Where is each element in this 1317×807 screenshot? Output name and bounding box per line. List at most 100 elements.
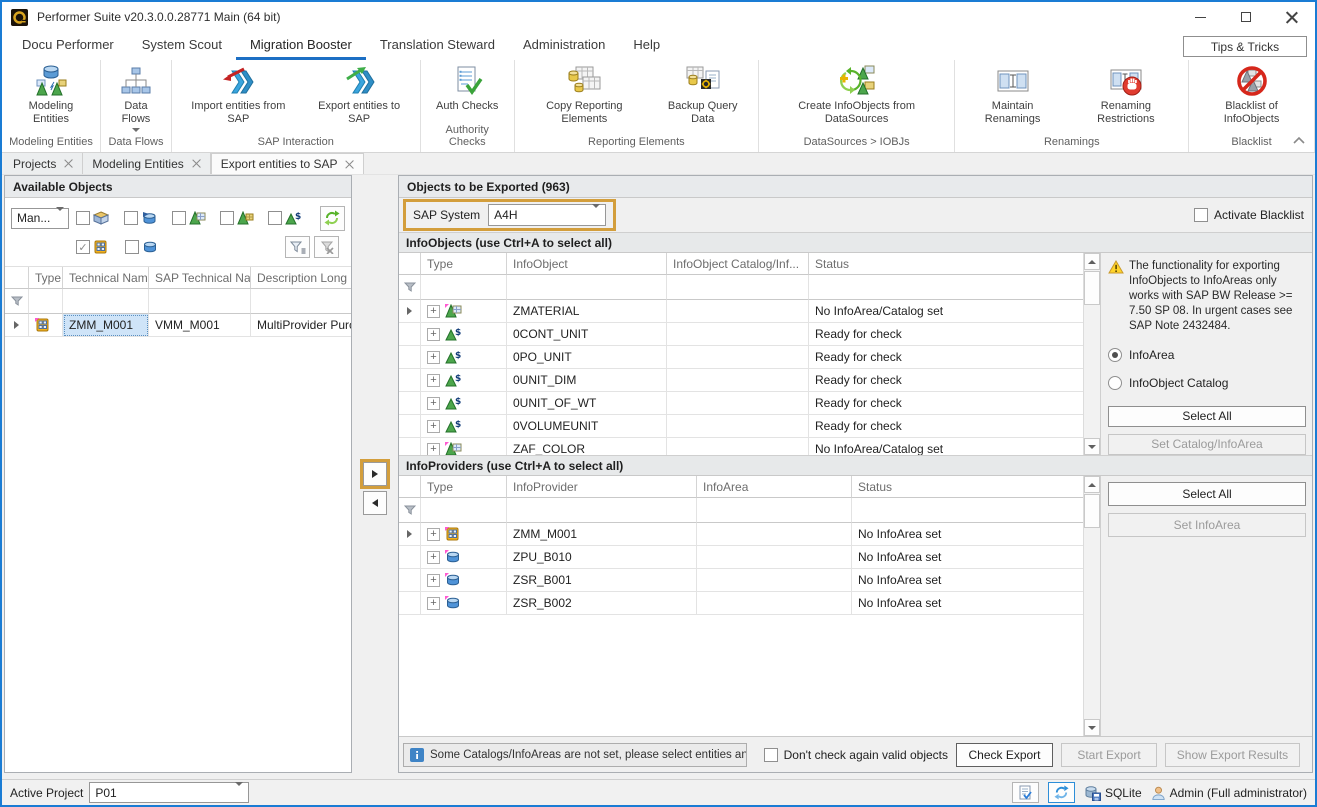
cell-infoarea[interactable] [697, 546, 852, 569]
cell-infoobject[interactable]: 0UNIT_OF_WT [507, 392, 667, 415]
table-row[interactable]: ZMM_M001 VMM_M001 MultiProvider Purc... [5, 314, 351, 337]
table-row[interactable]: $ 0UNIT_OF_WT Ready for check [399, 392, 1083, 415]
cell-catalog[interactable] [667, 392, 809, 415]
table-row[interactable]: ZMM_M001 No InfoArea set [399, 523, 1083, 546]
dont-check-again-checkbox[interactable] [764, 748, 778, 762]
cell-status[interactable]: Ready for check [809, 369, 1083, 392]
cell-catalog[interactable] [667, 415, 809, 438]
table-row[interactable]: ZMATERIAL No InfoArea/Catalog set [399, 300, 1083, 323]
set-infoarea-button[interactable]: Set InfoArea [1108, 513, 1306, 537]
scroll-down-button[interactable] [1084, 719, 1100, 736]
sync-button[interactable] [1048, 782, 1075, 803]
cell-catalog[interactable] [667, 438, 809, 455]
infoobject-catalog-radio[interactable] [1108, 376, 1122, 390]
infoproviders-select-all-button[interactable]: Select All [1108, 482, 1306, 506]
filter-cell[interactable] [149, 289, 251, 314]
cell-status[interactable]: No InfoArea set [852, 592, 1083, 615]
filter-cell[interactable] [507, 498, 697, 523]
cell-catalog[interactable] [667, 323, 809, 346]
log-button[interactable] [1012, 782, 1039, 803]
create-infoobjects-button[interactable]: Create InfoObjects from DataSources [763, 63, 951, 134]
filter-cell[interactable] [852, 498, 1083, 523]
filter-multiprovider-checkbox[interactable] [76, 240, 90, 254]
doc-tab-export-entities[interactable]: Export entities to SAP [211, 153, 365, 174]
cell-infoobject[interactable]: 0UNIT_DIM [507, 369, 667, 392]
expand-icon[interactable] [427, 397, 440, 410]
filter-dso-write-checkbox[interactable] [124, 211, 138, 225]
cell-status[interactable]: Ready for check [809, 415, 1083, 438]
cell-infoprovider[interactable]: ZMM_M001 [507, 523, 697, 546]
cell-status[interactable]: No InfoArea set [852, 546, 1083, 569]
expand-icon[interactable] [427, 351, 440, 364]
cell-status[interactable]: Ready for check [809, 346, 1083, 369]
cell-infoobject[interactable]: 0PO_UNIT [507, 346, 667, 369]
close-button[interactable] [1269, 2, 1315, 32]
filter-cell[interactable] [507, 275, 667, 300]
expand-icon[interactable] [427, 443, 440, 456]
user-status[interactable]: Admin (Full administrator) [1151, 785, 1307, 801]
cell-status[interactable]: Ready for check [809, 392, 1083, 415]
cell-infoobject[interactable]: 0VOLUMEUNIT [507, 415, 667, 438]
cell-catalog[interactable] [667, 300, 809, 323]
column-header[interactable]: SAP Technical Na... [149, 267, 251, 289]
filter-cell[interactable] [667, 275, 809, 300]
column-header[interactable]: Description Long [251, 267, 351, 289]
doc-tab-modeling-entities[interactable]: Modeling Entities [83, 153, 210, 174]
close-tab-icon[interactable] [64, 159, 73, 168]
renaming-restrictions-button[interactable]: Renaming Restrictions [1068, 63, 1184, 134]
refresh-button[interactable] [320, 206, 345, 231]
sap-system-dropdown[interactable]: A4H [488, 204, 606, 226]
cell-description-long[interactable]: MultiProvider Purc... [251, 314, 351, 337]
cell-status[interactable]: No InfoArea set [852, 523, 1083, 546]
menu-tab-translation-steward[interactable]: Translation Steward [366, 32, 509, 60]
cell-sap-technical-name[interactable]: VMM_M001 [149, 314, 251, 337]
cell-infoobject[interactable]: 0CONT_UNIT [507, 323, 667, 346]
export-entities-button[interactable]: Export entities to SAP [303, 63, 416, 134]
blacklist-infoobjects-button[interactable]: Blacklist of InfoObjects [1193, 63, 1310, 134]
column-header[interactable]: InfoObject [507, 253, 667, 275]
cell-infoobject[interactable]: ZAF_COLOR [507, 438, 667, 455]
cell-catalog[interactable] [667, 369, 809, 392]
modeling-entities-button[interactable]: Modeling Entities [6, 63, 96, 134]
cell-status[interactable]: Ready for check [809, 323, 1083, 346]
column-header[interactable]: Type [421, 253, 507, 275]
filter-characteristic-checkbox[interactable] [172, 211, 186, 225]
filter-dso-checkbox[interactable] [125, 240, 139, 254]
expand-icon[interactable] [427, 305, 440, 318]
cell-infoarea[interactable] [697, 523, 852, 546]
backup-query-data-button[interactable]: Backup Query Data [652, 63, 754, 134]
filter-characteristic-attr-checkbox[interactable] [220, 211, 234, 225]
expand-icon[interactable] [427, 551, 440, 564]
cell-technical-name[interactable]: ZMM_M001 [63, 314, 149, 337]
scroll-up-button[interactable] [1084, 476, 1100, 493]
table-row[interactable]: $ 0VOLUMEUNIT Ready for check [399, 415, 1083, 438]
filter-cell[interactable] [29, 289, 63, 314]
cell-infoprovider[interactable]: ZSR_B001 [507, 569, 697, 592]
cell-status[interactable]: No InfoArea/Catalog set [809, 438, 1083, 455]
scroll-down-button[interactable] [1084, 438, 1100, 455]
column-header[interactable]: InfoArea [697, 476, 852, 498]
menu-tab-help[interactable]: Help [619, 32, 674, 60]
database-status[interactable]: SQLite [1084, 785, 1142, 801]
infoobjects-scrollbar[interactable] [1083, 253, 1100, 455]
column-header[interactable]: Type [421, 476, 507, 498]
expand-icon[interactable] [427, 374, 440, 387]
close-tab-icon[interactable] [345, 160, 354, 169]
doc-tab-projects[interactable]: Projects [4, 153, 83, 174]
table-row[interactable]: ZSR_B001 No InfoArea set [399, 569, 1083, 592]
activate-blacklist-checkbox[interactable] [1194, 208, 1208, 222]
object-scope-dropdown[interactable]: Man... [11, 208, 69, 229]
table-row[interactable]: ZSR_B002 No InfoArea set [399, 592, 1083, 615]
table-row[interactable]: ZPU_B010 No InfoArea set [399, 546, 1083, 569]
move-right-button[interactable] [363, 462, 387, 486]
scroll-up-button[interactable] [1084, 253, 1100, 270]
filter-cell[interactable] [697, 498, 852, 523]
column-header[interactable]: Status [852, 476, 1083, 498]
cell-infoarea[interactable] [697, 569, 852, 592]
cell-infoarea[interactable] [697, 592, 852, 615]
start-export-button[interactable]: Start Export [1061, 743, 1157, 767]
ribbon-collapse-icon[interactable] [1293, 136, 1305, 144]
expand-icon[interactable] [427, 574, 440, 587]
tips-and-tricks-button[interactable]: Tips & Tricks [1183, 36, 1307, 57]
filter-editor-button[interactable] [285, 236, 310, 258]
